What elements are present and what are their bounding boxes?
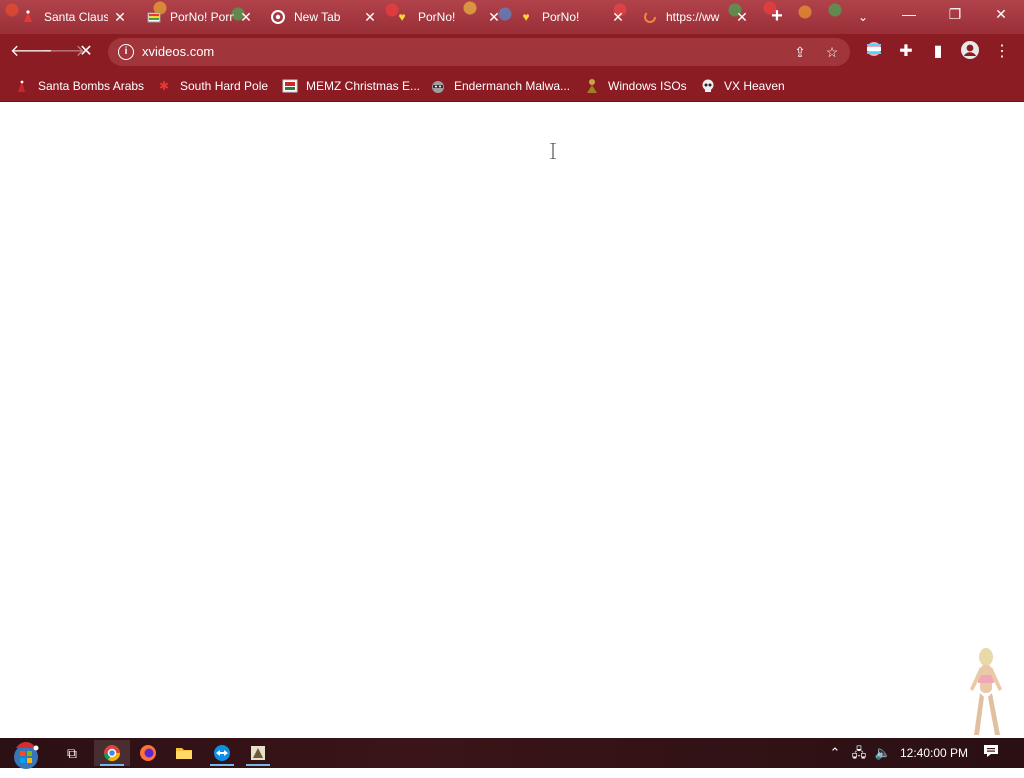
- heart-icon: ♥: [398, 10, 406, 24]
- share-icon[interactable]: ⇪: [790, 42, 810, 62]
- side-panel-icon[interactable]: ▮: [926, 40, 950, 64]
- figure-icon: [584, 78, 600, 94]
- close-icon[interactable]: ✕: [734, 9, 750, 25]
- bookmark-south-hard-pole[interactable]: ✱ South Hard Pole: [156, 76, 268, 96]
- extensions-icon[interactable]: ✚: [894, 40, 918, 64]
- santa-icon: [14, 78, 30, 94]
- bookmark-label: Windows ISOs: [608, 79, 687, 93]
- text-cursor-icon: [550, 142, 556, 160]
- task-view-icon[interactable]: ⧉: [54, 740, 90, 766]
- notifications-icon[interactable]: [982, 744, 1000, 762]
- restore-button[interactable]: ❐: [932, 0, 978, 30]
- tab-title: PorNo!: [542, 10, 580, 24]
- bookmark-endermanch-malware[interactable]: Endermanch Malwa...: [430, 76, 570, 96]
- bookmark-vx-heaven[interactable]: VX Heaven: [700, 76, 785, 96]
- info-icon[interactable]: i: [118, 44, 134, 60]
- close-icon[interactable]: ✕: [238, 9, 254, 25]
- tab-porno-2[interactable]: ♥ PorNo! ✕: [512, 4, 630, 30]
- profile-icon[interactable]: [958, 40, 982, 64]
- snowflake-icon: ✱: [158, 79, 170, 93]
- tab-title: https://ww: [666, 10, 720, 24]
- teamviewer-taskbar-icon[interactable]: [204, 740, 240, 766]
- forward-button[interactable]: 🡒: [42, 40, 85, 64]
- close-icon[interactable]: ✕: [610, 9, 626, 25]
- bookmark-label: MEMZ Christmas E...: [306, 79, 421, 93]
- stop-button[interactable]: ✕: [74, 40, 98, 64]
- star-icon[interactable]: ☆: [822, 42, 842, 62]
- bookmark-memz-christmas[interactable]: MEMZ Christmas E...: [282, 76, 420, 96]
- tab-santa-claus[interactable]: Santa Claus ✕: [14, 4, 132, 30]
- image-icon: [282, 78, 298, 94]
- close-icon[interactable]: ✕: [486, 9, 502, 25]
- flag-extension-icon[interactable]: [862, 40, 886, 64]
- tab-porno-porn[interactable]: PorNo! Porn ✕: [140, 4, 258, 30]
- chrome-taskbar-icon[interactable]: [94, 740, 130, 766]
- tab-title: Santa Claus: [44, 10, 108, 24]
- network-icon[interactable]: 🖧: [850, 744, 868, 762]
- address-text: xvideos.com: [142, 44, 215, 59]
- chevron-down-icon[interactable]: ⌄: [852, 6, 874, 28]
- bookmarks-bar: Santa Bombs Arabs ✱ South Hard Pole MEMZ…: [0, 70, 1024, 102]
- tab-title: New Tab: [294, 10, 341, 24]
- tab-new-tab[interactable]: New Tab ✕: [264, 4, 382, 30]
- skull-icon: [700, 78, 716, 94]
- raccoon-icon: [430, 78, 446, 94]
- chrome-icon: [270, 9, 286, 25]
- volume-icon[interactable]: 🔈: [874, 744, 892, 762]
- page-content[interactable]: [0, 103, 1024, 738]
- loading-icon: [642, 9, 658, 25]
- bookmark-windows-isos[interactable]: Windows ISOs: [584, 76, 687, 96]
- bookmark-label: Santa Bombs Arabs: [38, 79, 145, 93]
- santa-icon: [20, 9, 36, 25]
- bookmark-label: VX Heaven: [724, 79, 785, 93]
- heart-icon: ♥: [522, 10, 530, 24]
- new-tab-button[interactable]: +: [766, 6, 788, 28]
- chevron-up-icon[interactable]: ⌃: [826, 744, 844, 762]
- tab-porno-1[interactable]: ♥ PorNo! ✕: [388, 4, 506, 30]
- tab-loading[interactable]: https://ww ✕: [636, 4, 754, 30]
- firefox-taskbar-icon[interactable]: [130, 740, 166, 766]
- tab-strip: Santa Claus ✕ PorNo! Porn ✕ New Tab ✕ ♥ …: [0, 0, 1024, 34]
- back-button[interactable]: 🡐: [10, 40, 53, 64]
- close-icon[interactable]: ✕: [112, 9, 128, 25]
- bookmark-label: Endermanch Malwa...: [454, 79, 571, 93]
- start-orb-icon[interactable]: [8, 740, 44, 769]
- bookmark-santa-bombs-arabs[interactable]: Santa Bombs Arabs: [14, 76, 144, 96]
- browser-toolbar: 🡐 🡒 ✕ i xvideos.com ⇪ ☆ ✚ ▮ ⋮: [0, 34, 1024, 70]
- file-explorer-taskbar-icon[interactable]: [166, 740, 202, 766]
- tab-title: PorNo! Porn: [170, 10, 234, 24]
- address-bar[interactable]: i xvideos.com ⇪ ☆: [108, 38, 850, 66]
- bookmark-label: South Hard Pole: [180, 79, 269, 93]
- app-taskbar-icon[interactable]: [240, 740, 276, 766]
- close-icon[interactable]: ✕: [362, 9, 378, 25]
- rainbow-icon: [146, 9, 162, 25]
- taskbar-clock[interactable]: 12:40:00 PM: [900, 746, 968, 760]
- close-window-button[interactable]: ✕: [978, 0, 1024, 30]
- tab-title: PorNo!: [418, 10, 456, 24]
- minimize-button[interactable]: —: [886, 0, 932, 30]
- taskbar: ⧉ ⌃ 🖧 🔈 12:40:00 PM: [0, 738, 1024, 769]
- menu-icon[interactable]: ⋮: [990, 40, 1014, 64]
- desktop-mascot[interactable]: [962, 645, 1010, 740]
